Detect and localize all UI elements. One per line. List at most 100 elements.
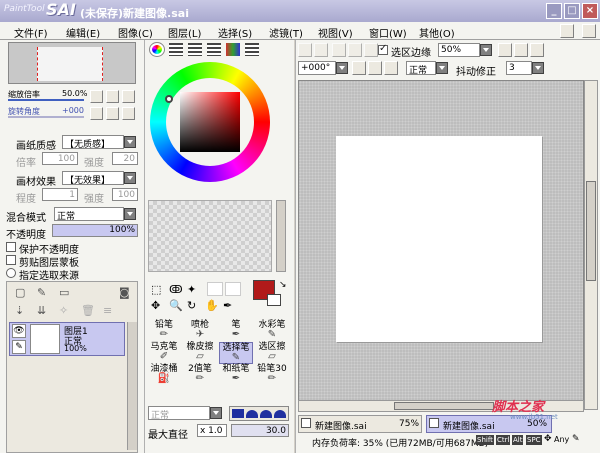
brush-mode-select[interactable]: 正常	[148, 406, 210, 420]
scratchpad-scrollbar[interactable]	[276, 200, 286, 272]
brush-mode-dropdown-icon[interactable]	[210, 407, 222, 419]
canvas-mode-select[interactable]: 正常	[406, 61, 436, 75]
tool-washi-pen[interactable]: 和纸笔 ✒	[219, 364, 253, 386]
magic-wand-icon[interactable]: ✦	[187, 283, 196, 296]
drawing-canvas[interactable]	[336, 136, 542, 342]
canvas-mode-dropdown-icon[interactable]	[436, 62, 448, 74]
extra-slot-2[interactable]	[225, 282, 241, 296]
rotate-reset-canvas-button[interactable]	[384, 61, 398, 75]
rotate-reset-button[interactable]	[122, 107, 135, 120]
brush-size-multiplier[interactable]: x 1.0	[197, 424, 227, 437]
swap-colors-icon[interactable]: ↘	[279, 280, 287, 290]
hand-tool-icon[interactable]: ✋	[205, 299, 219, 312]
zoom-slider[interactable]	[8, 99, 84, 101]
stabilizer-select[interactable]: 3	[506, 61, 532, 75]
clipping-mask-checkbox[interactable]	[6, 255, 16, 265]
move-icon[interactable]: ✥	[151, 299, 160, 312]
menu-select[interactable]: 选择(S)	[218, 25, 252, 40]
navigator-preview[interactable]	[8, 42, 136, 84]
angle-slider[interactable]	[8, 116, 84, 118]
saturation-value-square[interactable]	[180, 92, 240, 152]
tool-marker[interactable]: 马克笔 ✐	[147, 342, 181, 364]
zoom-out-button[interactable]	[90, 90, 103, 103]
doc-tab-1[interactable]: 新建图像.sai 75%	[298, 415, 422, 433]
close-button[interactable]: ×	[582, 3, 598, 19]
hscroll-thumb[interactable]	[394, 402, 494, 410]
paint-effect-select[interactable]: 【无效果】	[62, 171, 124, 185]
canvas-zoom-out-button[interactable]	[498, 43, 512, 57]
edit-brush-icon[interactable]: ✎	[12, 340, 26, 354]
menu-other[interactable]: 其他(O)	[419, 25, 455, 40]
brush-shape-selector[interactable]	[229, 406, 289, 421]
canvas-zoom-dropdown-icon[interactable]	[480, 44, 492, 56]
rotate-right-button[interactable]	[106, 107, 119, 120]
canvas-zoom-reset-button[interactable]	[530, 43, 544, 57]
clear-layer-icon[interactable]: ✧	[59, 304, 68, 317]
menu-layer[interactable]: 图层(L)	[168, 25, 201, 40]
tool-eraser[interactable]: 橡皮擦 ▱	[183, 342, 217, 364]
tool-bucket[interactable]: 油漆桶 ⛽	[147, 364, 181, 386]
zoom-reset-button[interactable]	[122, 90, 135, 103]
menu-window[interactable]: 窗口(W)	[369, 25, 407, 40]
canvas-vscrollbar[interactable]	[584, 80, 598, 410]
fill-select-button[interactable]	[364, 43, 378, 57]
scratchpad-tab-icon[interactable]	[245, 43, 259, 56]
tool-select-eraser[interactable]: 选区擦 ▱	[255, 342, 289, 364]
canvas-zoom-in-button[interactable]	[514, 43, 528, 57]
mdi-close-button[interactable]	[582, 24, 596, 38]
redo-button[interactable]	[314, 43, 328, 57]
texture-strength-field[interactable]: 20	[112, 152, 138, 165]
texture-scale-field[interactable]: 100	[42, 152, 78, 165]
deselect-button[interactable]	[332, 43, 346, 57]
menu-filter[interactable]: 滤镜(T)	[269, 25, 303, 40]
hue-picker-handle[interactable]	[165, 95, 173, 103]
layer-scrollbar[interactable]	[127, 322, 137, 450]
tool-binary-pen[interactable]: 2值笔 ✏	[183, 364, 217, 386]
delete-layer-icon[interactable]: 🗑	[81, 304, 95, 317]
canvas-zoom-select[interactable]: 50%	[438, 43, 480, 57]
layer-mask-icon[interactable]: ◙	[119, 286, 130, 299]
layer-menu-icon[interactable]: ≡	[103, 304, 112, 317]
tool-pencil[interactable]: 铅笔 ✏	[147, 320, 181, 342]
mdi-minimize-button[interactable]	[560, 24, 574, 38]
minimize-button[interactable]: _	[546, 3, 562, 19]
merge-down-icon[interactable]: ⇊	[37, 304, 46, 317]
rect-select-icon[interactable]: ⬚	[151, 283, 161, 296]
zoom-tool-icon[interactable]: 🔍	[169, 299, 183, 312]
hsv-slider-tab-icon[interactable]	[188, 43, 202, 56]
swatch-tab-icon[interactable]	[226, 43, 240, 56]
effect-strength-field[interactable]: 100	[112, 188, 138, 201]
menu-image[interactable]: 图像(C)	[118, 25, 153, 40]
transfer-down-icon[interactable]: ⇣	[15, 304, 24, 317]
menu-edit[interactable]: 编辑(E)	[66, 25, 100, 40]
canvas-angle-field[interactable]: +000°	[298, 61, 336, 75]
brush-shape-triangle-icon[interactable]	[232, 409, 244, 418]
rotate-ccw-button[interactable]	[352, 61, 366, 75]
zoom-in-button[interactable]	[106, 90, 119, 103]
angle-value[interactable]: +000	[62, 106, 84, 115]
brush-size-value[interactable]: 30.0	[231, 424, 289, 437]
zoom-value[interactable]: 50.0%	[62, 89, 87, 98]
selection-source-radio[interactable]	[6, 268, 16, 278]
vscroll-thumb[interactable]	[586, 181, 596, 281]
new-linework-layer-icon[interactable]: ✎	[37, 286, 46, 299]
tool-watercolor[interactable]: 水彩笔 ✎	[255, 320, 289, 342]
tool-pencil30[interactable]: 铅笔30 ✏	[255, 364, 289, 386]
rotate-left-button[interactable]	[90, 107, 103, 120]
visibility-eye-icon[interactable]: 👁	[12, 324, 26, 338]
rgb-slider-tab-icon[interactable]	[169, 43, 183, 56]
eyedropper-icon[interactable]: ✒	[223, 299, 232, 312]
opacity-slider[interactable]: 100%	[52, 224, 138, 237]
menu-view[interactable]: 视图(V)	[318, 25, 353, 40]
canvas-hscrollbar[interactable]	[298, 400, 584, 412]
doc-tab-2[interactable]: 新建图像.sai 50%	[426, 415, 552, 433]
brush-shape-soft-icon[interactable]	[260, 410, 272, 418]
effect-degree-field[interactable]: 1	[42, 188, 78, 201]
tool-pen[interactable]: 笔 ✒	[219, 320, 253, 342]
tool-airbrush[interactable]: 喷枪 ✈	[183, 320, 217, 342]
paint-effect-dropdown-icon[interactable]	[124, 172, 136, 184]
stabilizer-dropdown-icon[interactable]	[532, 62, 544, 74]
selection-edge-checkbox[interactable]: ✓	[378, 43, 388, 55]
blend-mode-select[interactable]: 正常	[54, 207, 124, 221]
new-layer-icon[interactable]: ▢	[15, 286, 25, 299]
